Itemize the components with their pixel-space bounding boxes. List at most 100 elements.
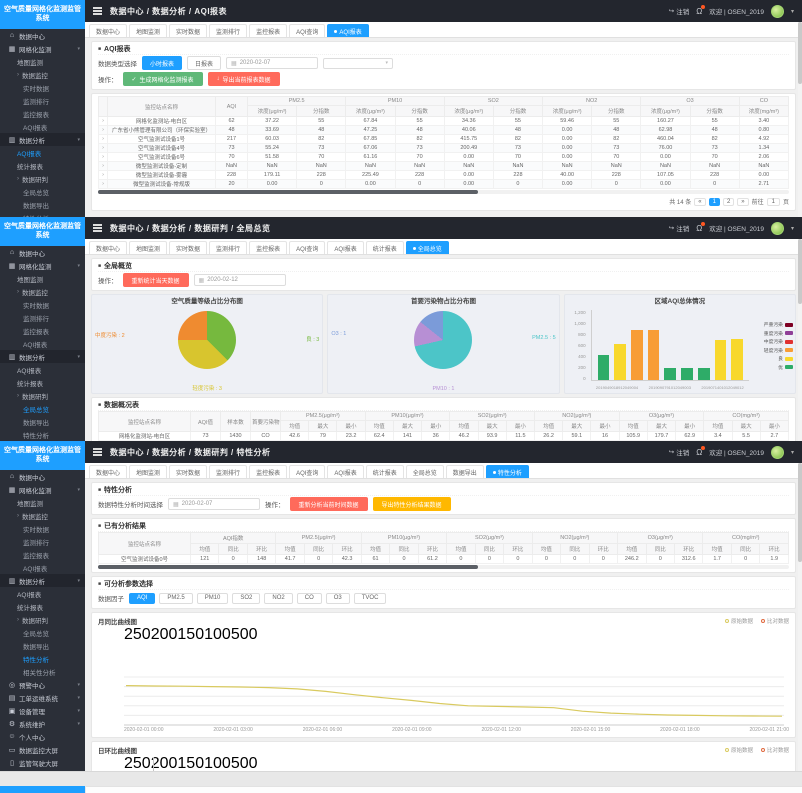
table-row[interactable]: ›空气监测试设备1号21760.038267.8582415.75820.008… [99, 135, 789, 144]
tab-AQI查询[interactable]: AQI查询 [289, 465, 325, 478]
sidebar-item-相关性分析[interactable]: 相关性分析 [0, 665, 85, 678]
tab-实时数据[interactable]: 实时数据 [169, 465, 207, 478]
factor-O3[interactable]: O3 [326, 593, 350, 604]
menu-toggle-icon[interactable] [93, 447, 102, 458]
station-select[interactable]: ▾ [323, 58, 393, 69]
export-analysis-button[interactable]: 导出特性分析结果数据 [373, 497, 451, 511]
reanalyze-button[interactable]: 重新分析当前时间数据 [290, 497, 368, 511]
sidebar-item-AQI报表[interactable]: AQI报表 [0, 120, 85, 133]
sidebar-item-数据导出[interactable]: 数据导出 [0, 415, 85, 428]
sidebar-item-系统维护[interactable]: ⚙系统维护▾ [0, 717, 85, 730]
day-report-button[interactable]: 日报表 [187, 56, 221, 70]
sidebar-item-工单运维系统[interactable]: ▤工单运维系统▾ [0, 691, 85, 704]
expand-row-icon[interactable]: › [99, 153, 108, 162]
scrollbar-vertical[interactable] [798, 22, 802, 217]
sidebar-item-统计报表[interactable]: 统计报表 [0, 159, 85, 172]
logout-button[interactable]: ↪注销 [669, 6, 689, 16]
table-row[interactable]: 网格化监测站-电白区731430CO42.67923.262.41413646.… [99, 432, 789, 441]
export-report-button[interactable]: ↓导出当前报表数据 [208, 72, 280, 86]
sidebar-item-监控报表[interactable]: 监控报表 [0, 548, 85, 561]
bell-icon[interactable]: Ω [696, 7, 702, 16]
sidebar-item-特性分析[interactable]: 特性分析 [0, 652, 85, 665]
sidebar-item-地图监测[interactable]: 地图监测 [0, 496, 85, 509]
table-row[interactable]: ›广东省小熊管理有限公司（环保实验室）4833.694847.254840.06… [99, 126, 789, 135]
factor-PM2.5[interactable]: PM2.5 [159, 593, 192, 604]
expand-row-icon[interactable]: › [99, 171, 108, 180]
sidebar-item-特性分析[interactable]: 特性分析 [0, 428, 85, 441]
tab-AQI查询[interactable]: AQI查询 [289, 241, 325, 254]
chevron-down-icon[interactable]: ▾ [791, 449, 794, 456]
hour-report-button[interactable]: 小时报表 [142, 56, 182, 70]
expand-row-icon[interactable]: › [99, 135, 108, 144]
avatar[interactable] [771, 5, 784, 18]
chevron-down-icon[interactable]: ▾ [791, 225, 794, 232]
scrollbar-vertical[interactable] [798, 239, 802, 441]
tab-AQI查询[interactable]: AQI查询 [289, 24, 325, 37]
sidebar-item-数据导出[interactable]: 数据导出 [0, 639, 85, 652]
avatar[interactable] [771, 222, 784, 235]
sidebar-item-数据监控[interactable]: ›数据监控 [0, 285, 85, 298]
sidebar-item-AQI报表[interactable]: AQI报表 [0, 363, 85, 376]
sidebar-item-全局总览[interactable]: 全局总览 [0, 185, 85, 198]
sidebar-item-地图监测[interactable]: 地图监测 [0, 55, 85, 68]
sidebar-item-个人中心[interactable]: ☺个人中心 [0, 730, 85, 743]
tab-地图监测[interactable]: 地图监测 [129, 24, 167, 37]
table-row[interactable]: ›网格化监测站-电白区6237.225567.845534.365559.465… [99, 117, 789, 126]
sidebar-item-监测排行[interactable]: 监测排行 [0, 311, 85, 324]
sidebar-item-数据研判[interactable]: ›数据研判 [0, 172, 85, 185]
factor-TVOC[interactable]: TVOC [354, 593, 387, 604]
tab-监控报表[interactable]: 监控报表 [249, 24, 287, 37]
recalculate-button[interactable]: 重新统计当天数据 [123, 273, 189, 287]
sidebar-item-数据分析[interactable]: ▥数据分析▾ [0, 574, 85, 587]
sidebar-item-监测排行[interactable]: 监测排行 [0, 94, 85, 107]
tab-AQI报表[interactable]: AQI报表 [327, 241, 363, 254]
tab-监测排行[interactable]: 监测排行 [209, 241, 247, 254]
tab-统计报表[interactable]: 统计报表 [366, 241, 404, 254]
sidebar-item-数据监控大屏[interactable]: ▭数据监控大屏 [0, 743, 85, 756]
sidebar-item-网格化监测[interactable]: ▦网格化监测▾ [0, 259, 85, 272]
sidebar-item-数据监控[interactable]: ›数据监控 [0, 509, 85, 522]
menu-toggle-icon[interactable] [93, 6, 102, 17]
sidebar-item-监管驾驶大屏[interactable]: ▯监管驾驶大屏 [0, 756, 85, 769]
tab-监控报表[interactable]: 监控报表 [249, 465, 287, 478]
sidebar-item-AQI报表[interactable]: AQI报表 [0, 337, 85, 350]
page-button-1[interactable]: 1 [709, 198, 720, 206]
table-row[interactable]: ›微型监测试设备-雾霾228179.11228225.492280.002284… [99, 171, 789, 180]
tab-监控报表[interactable]: 监控报表 [249, 241, 287, 254]
sidebar-item-监控报表[interactable]: 监控报表 [0, 324, 85, 337]
sidebar-item-数据监控[interactable]: ›数据监控 [0, 68, 85, 81]
sidebar-item-数据中心[interactable]: ⌂数据中心 [0, 246, 85, 259]
sidebar-item-监测排行[interactable]: 监测排行 [0, 535, 85, 548]
expand-row-icon[interactable]: › [99, 126, 108, 135]
next-page-button[interactable]: » [737, 198, 748, 206]
tab-全局总览[interactable]: 全局总览 [406, 465, 444, 478]
sidebar-item-全局总览[interactable]: 全局总览 [0, 626, 85, 639]
tab-全局总览[interactable]: 全局总览 [406, 241, 449, 254]
tab-地图监测[interactable]: 地图监测 [129, 241, 167, 254]
table-row[interactable]: ›微型监测试设备-常规版200.0000.0000.0000.0000.0002… [99, 180, 789, 189]
sidebar-item-地图监测[interactable]: 地图监测 [0, 272, 85, 285]
page-button-2[interactable]: 2 [723, 198, 734, 206]
tab-数据中心[interactable]: 数据中心 [89, 24, 127, 37]
tab-统计报表[interactable]: 统计报表 [366, 465, 404, 478]
expand-row-icon[interactable]: › [99, 162, 108, 171]
date-input[interactable]: ▦2020-02-07 [226, 57, 318, 69]
sidebar-item-监控报表[interactable]: 监控报表 [0, 107, 85, 120]
sidebar-item-网格化监测[interactable]: ▦网格化监测▾ [0, 42, 85, 55]
generate-report-button[interactable]: ✓生成网格化监测报表 [123, 72, 203, 86]
sidebar-item-数据研判[interactable]: ›数据研判 [0, 389, 85, 402]
sidebar-item-数据研判[interactable]: ›数据研判 [0, 613, 85, 626]
scrollbar-horizontal[interactable] [98, 190, 789, 194]
menu-toggle-icon[interactable] [93, 223, 102, 234]
tab-特性分析[interactable]: 特性分析 [486, 465, 529, 478]
tab-数据中心[interactable]: 数据中心 [89, 241, 127, 254]
table-row[interactable]: ›空气监测试设备6号7051.587061.16700.00700.00700.… [99, 153, 789, 162]
sidebar-item-数据中心[interactable]: ⌂数据中心 [0, 470, 85, 483]
table-row[interactable]: 空气监测试设备0号121014841.7042.361061.200000024… [99, 555, 789, 564]
tab-数据中心[interactable]: 数据中心 [89, 465, 127, 478]
sidebar-item-全局总览[interactable]: 全局总览 [0, 402, 85, 415]
tab-AQI报表[interactable]: AQI报表 [327, 465, 363, 478]
chevron-down-icon[interactable]: ▾ [791, 8, 794, 15]
logout-button[interactable]: ↪注销 [669, 447, 689, 457]
sidebar-item-AQI报表[interactable]: AQI报表 [0, 561, 85, 574]
